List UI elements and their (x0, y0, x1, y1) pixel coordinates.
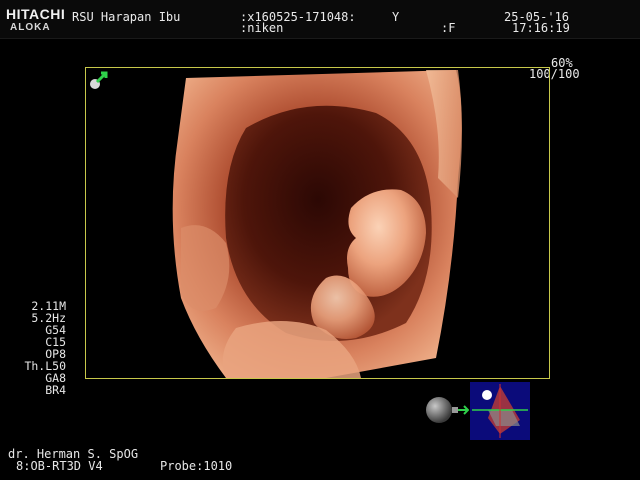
green-arrow-icon[interactable] (88, 70, 110, 92)
hospital-name: RSU Harapan Ibu (72, 10, 181, 24)
probe-id: Probe:1010 (160, 459, 233, 473)
light-source-icon[interactable] (425, 394, 470, 426)
exam-time: 17:16:19 (512, 21, 570, 35)
roi-frame (85, 67, 550, 379)
param-brightness: BR4 (45, 383, 66, 397)
scan-parameters: 2.11M 5.2Hz G54 C15 OP8 Th.L50 GA8 BR4 (8, 300, 66, 396)
exam-preset: 8:OB-RT3D V4 (16, 459, 103, 473)
id-flag: Y (392, 10, 400, 24)
brand-hitachi: HITACHI (6, 6, 66, 22)
patient-sex: :F (441, 21, 456, 35)
3d-orientation-icon[interactable] (470, 382, 530, 440)
brand-aloka: ALOKA (10, 22, 51, 33)
patient-name: :niken (240, 21, 284, 35)
